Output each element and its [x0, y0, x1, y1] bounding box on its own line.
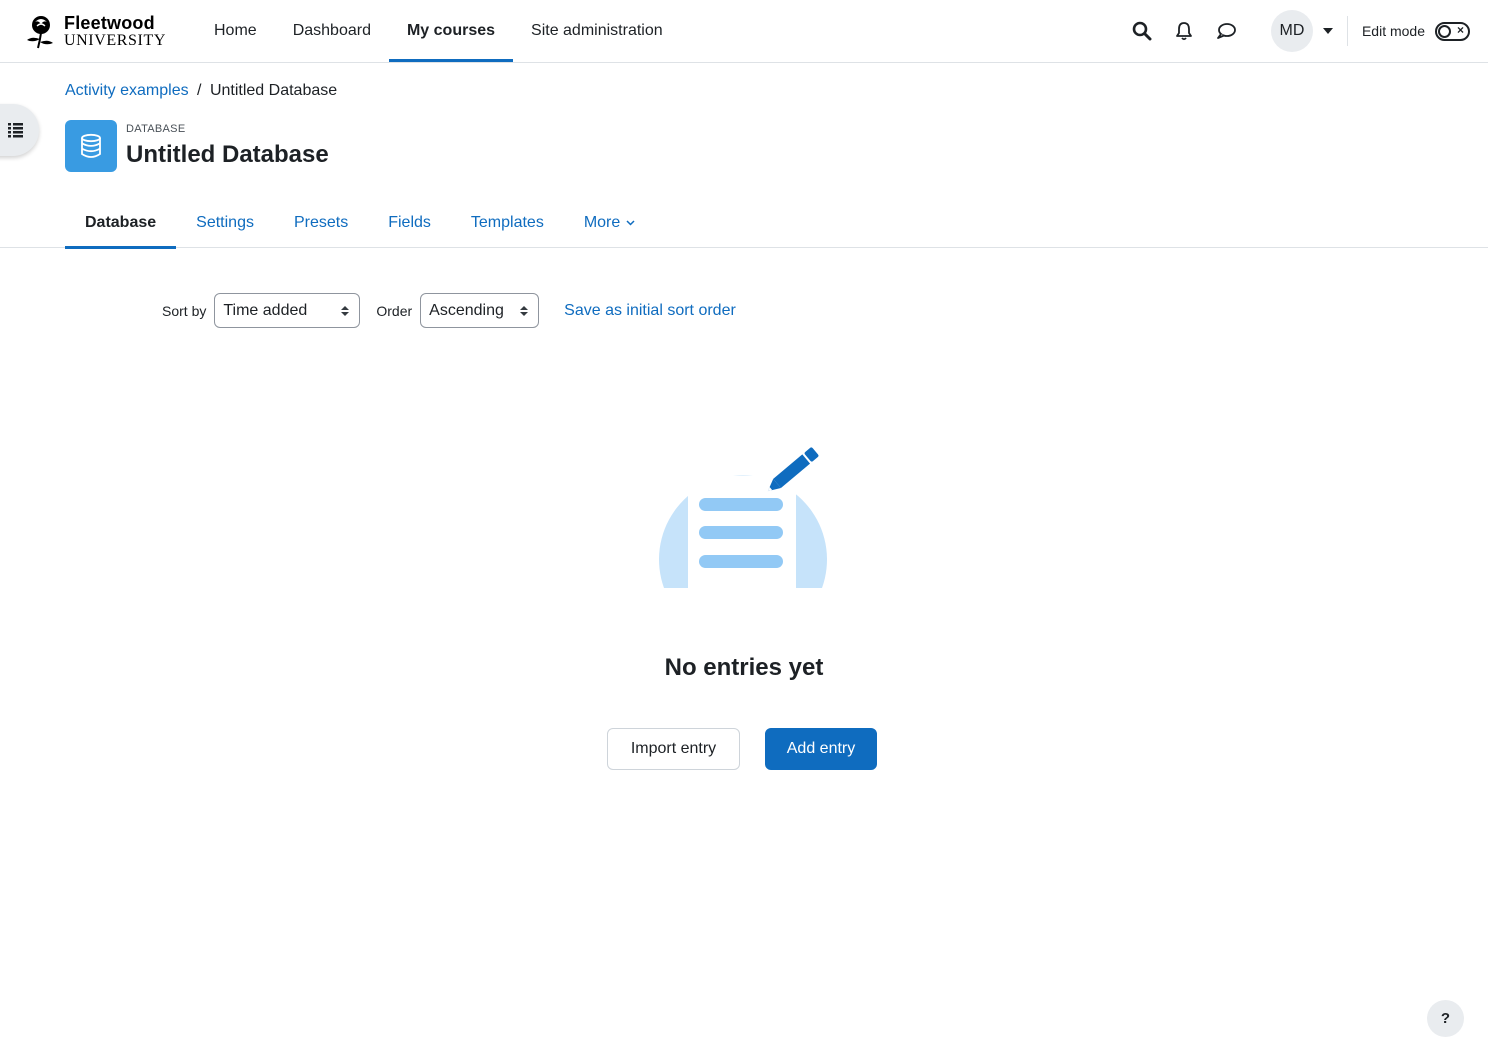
tab-templates[interactable]: Templates [451, 198, 564, 248]
nav-item-site-administration[interactable]: Site administration [513, 0, 681, 62]
brand-text: Fleetwood UNIVERSITY [64, 14, 166, 49]
question-mark-icon: ? [1440, 1010, 1451, 1027]
avatar: MD [1270, 10, 1313, 52]
search-button[interactable] [1125, 14, 1159, 48]
empty-state-title: No entries yet [664, 654, 824, 681]
chat-bubble-icon [1217, 23, 1236, 39]
toggle-knob [1438, 24, 1451, 38]
messages-button[interactable] [1209, 14, 1243, 48]
order-label: Order [376, 302, 413, 319]
import-entry-button[interactable]: Import entry [607, 728, 740, 770]
navbar-divider [1346, 16, 1348, 46]
top-navbar: Fleetwood UNIVERSITY Home Dashboard My c… [0, 0, 1488, 63]
edit-mode-label: Edit mode [1361, 23, 1425, 39]
tab-more-label: More [583, 214, 621, 231]
secondary-navigation: Database Settings Presets Fields Templat… [0, 198, 1488, 249]
list-icon [7, 123, 23, 138]
rose-logo-icon [27, 16, 53, 49]
chevron-down-icon [626, 220, 635, 226]
search-icon [1132, 21, 1152, 41]
page-title: Untitled Database [126, 141, 329, 168]
order-select[interactable]: Ascending [420, 293, 540, 328]
breadcrumb-link-activity-examples[interactable]: Activity examples [65, 82, 189, 99]
sort-by-label: Sort by [162, 302, 207, 319]
bell-icon [1176, 22, 1192, 41]
brand-subtitle: UNIVERSITY [64, 31, 166, 49]
module-type-label: DATABASE [126, 123, 186, 135]
order-value: Ascending [429, 301, 504, 319]
nav-item-home[interactable]: Home [196, 0, 275, 62]
sort-controls: Sort by Time added Order Ascending Save … [162, 293, 736, 328]
save-initial-sort-order-link[interactable]: Save as initial sort order [564, 302, 736, 320]
breadcrumb-current: Untitled Database [209, 82, 338, 99]
course-index-drawer-toggle[interactable] [0, 104, 39, 156]
breadcrumb-separator: / [197, 82, 202, 99]
brand-logo-link[interactable]: Fleetwood UNIVERSITY [22, 12, 166, 50]
tab-settings[interactable]: Settings [176, 198, 274, 248]
toggle-off-icon: × [1456, 22, 1464, 37]
edit-mode-toggle[interactable]: × [1435, 21, 1470, 41]
nav-item-dashboard[interactable]: Dashboard [275, 0, 389, 62]
add-entry-button[interactable]: Add entry [765, 728, 877, 770]
navbar-actions: MD Edit mode × [1117, 0, 1470, 62]
tab-fields[interactable]: Fields [368, 198, 451, 248]
tab-more[interactable]: More [564, 198, 655, 248]
sort-by-select[interactable]: Time added [214, 293, 361, 328]
activity-icon [65, 120, 117, 172]
tab-database[interactable]: Database [65, 198, 177, 249]
database-icon [81, 133, 101, 158]
primary-navigation: Home Dashboard My courses Site administr… [196, 0, 681, 62]
empty-entries-illustration [659, 442, 827, 588]
user-menu-toggle[interactable]: MD [1270, 10, 1333, 52]
help-button[interactable]: ? [1427, 1000, 1464, 1037]
select-arrows-icon [520, 305, 529, 316]
sort-by-value: Time added [223, 301, 308, 319]
brand-name: Fleetwood [64, 12, 155, 33]
nav-item-my-courses[interactable]: My courses [388, 0, 514, 62]
breadcrumb: Activity examples / Untitled Database [65, 82, 337, 100]
edit-mode-switch: Edit mode × [1361, 21, 1470, 41]
notifications-button[interactable] [1167, 14, 1201, 48]
caret-down-icon [1322, 28, 1333, 34]
select-arrows-icon [341, 305, 350, 316]
tab-presets[interactable]: Presets [274, 198, 368, 248]
